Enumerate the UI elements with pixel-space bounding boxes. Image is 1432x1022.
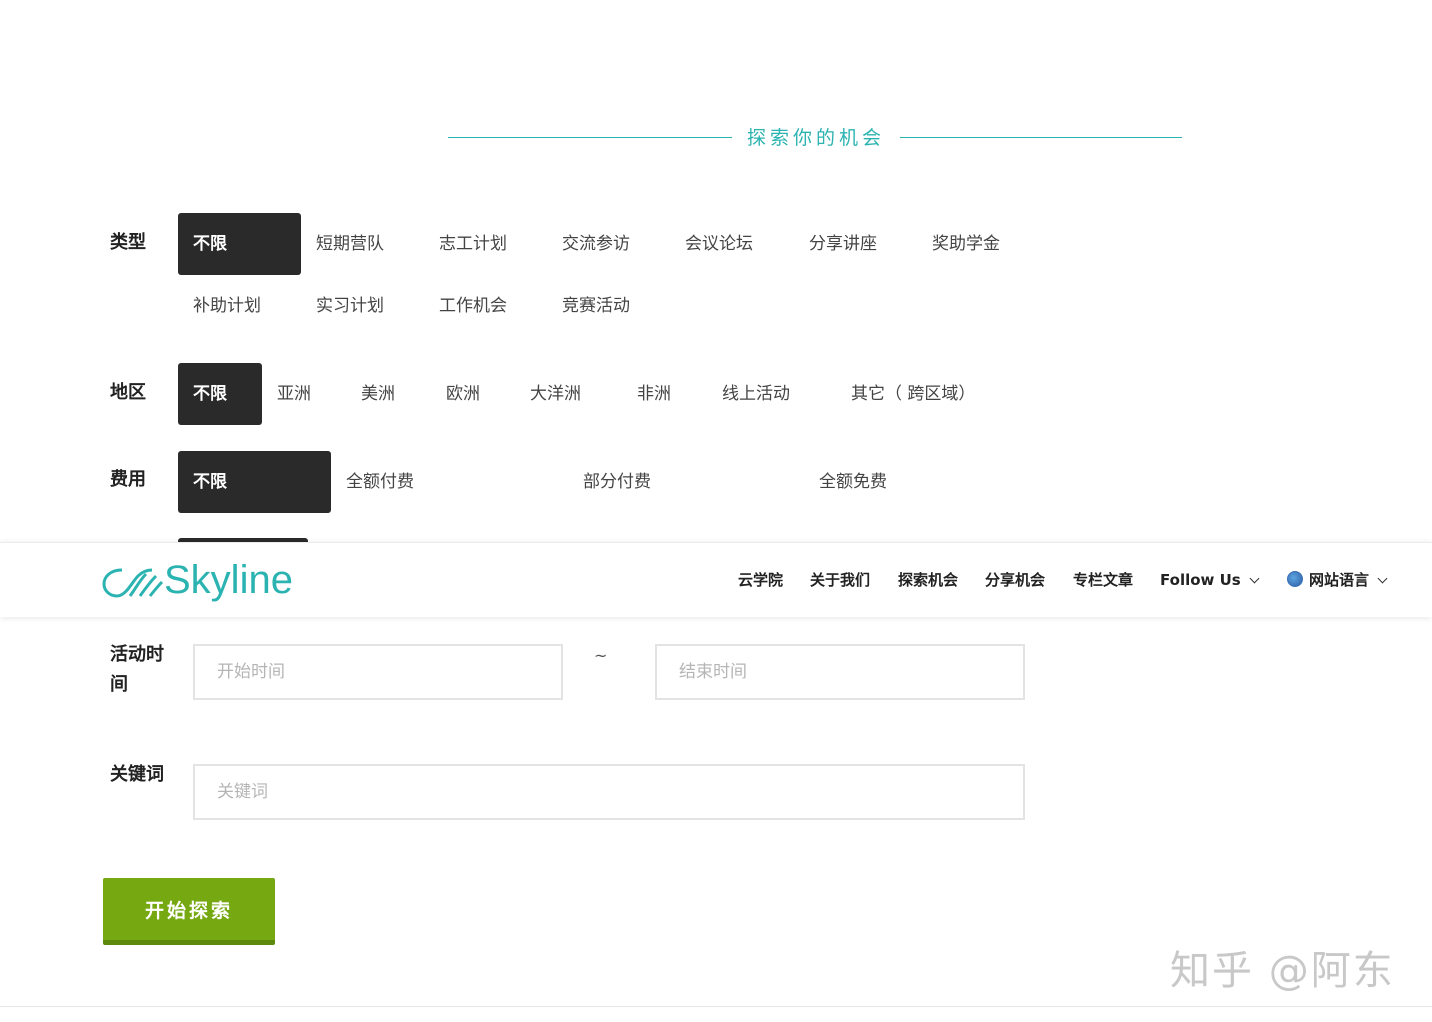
filter-label-type: 类型 [110, 232, 146, 253]
type-option[interactable]: 志工计划 [439, 213, 507, 275]
nav-item-articles[interactable]: 专栏文章 [1073, 569, 1133, 591]
watermark: 知乎 @阿东 [1170, 948, 1395, 994]
logo-text: Skyline [164, 558, 293, 602]
skyline-logo-icon [102, 568, 164, 598]
type-option[interactable]: 交流参访 [562, 213, 630, 275]
keyword-input[interactable] [193, 764, 1025, 820]
chevron-down-icon [1377, 573, 1388, 584]
title-line-right [900, 137, 1182, 138]
nav-item-share[interactable]: 分享机会 [985, 569, 1045, 591]
nav-item-academy[interactable]: 云学院 [738, 569, 783, 591]
type-option[interactable]: 奖助学金 [932, 213, 1000, 275]
page-title: 探索你的机会 [746, 127, 885, 149]
filter-label-fee: 费用 [110, 469, 146, 490]
nav-item-language[interactable]: 网站语言 [1287, 569, 1388, 591]
globe-icon [1287, 571, 1303, 587]
section-header: 探索你的机会 [448, 126, 1182, 150]
chevron-down-icon [1249, 573, 1260, 584]
footer-divider [0, 1006, 1432, 1007]
fee-option[interactable]: 全额付费 [346, 451, 414, 513]
language-label: 网站语言 [1309, 571, 1370, 589]
end-time-input[interactable] [655, 644, 1025, 700]
region-option[interactable]: 非洲 [637, 363, 671, 425]
region-option[interactable]: 线上活动 [722, 363, 790, 425]
type-option[interactable]: 实习计划 [316, 275, 384, 337]
region-option[interactable]: 大洋洲 [530, 363, 581, 425]
fee-option[interactable]: 部分付费 [583, 451, 651, 513]
type-option[interactable]: 分享讲座 [809, 213, 877, 275]
top-navbar: Skyline 云学院 关于我们 探索机会 分享机会 专栏文章 Follow U… [0, 542, 1432, 617]
region-option[interactable]: 欧洲 [446, 363, 480, 425]
title-line-left [448, 137, 732, 138]
type-option[interactable]: 竞赛活动 [562, 275, 630, 337]
type-option[interactable]: 工作机会 [439, 275, 507, 337]
skyline-logo[interactable]: Skyline [102, 558, 293, 602]
filter-label-keyword: 关键词 [110, 764, 164, 785]
nav-item-explore[interactable]: 探索机会 [898, 569, 958, 591]
nav-item-follow-us[interactable]: Follow Us [1160, 569, 1260, 591]
type-option[interactable]: 补助计划 [193, 275, 261, 337]
region-option[interactable]: 其它（ 跨区域） [851, 363, 975, 425]
type-option[interactable]: 会议论坛 [685, 213, 753, 275]
nav-item-about[interactable]: 关于我们 [810, 569, 870, 591]
type-option[interactable]: 短期营队 [316, 213, 384, 275]
start-search-button[interactable]: 开始探索 [103, 878, 275, 945]
filter-label-time: 活动时间 [110, 644, 164, 695]
follow-us-label: Follow Us [1160, 571, 1241, 589]
range-separator: ~ [594, 646, 608, 665]
fee-option-any[interactable]: 不限 [178, 451, 331, 513]
region-option-any[interactable]: 不限 [178, 363, 262, 425]
filter-label-region: 地区 [110, 382, 146, 403]
region-option[interactable]: 美洲 [361, 363, 395, 425]
type-option-any[interactable]: 不限 [178, 213, 301, 275]
fee-option[interactable]: 全额免费 [819, 451, 887, 513]
start-time-input[interactable] [193, 644, 563, 700]
region-option[interactable]: 亚洲 [277, 363, 311, 425]
